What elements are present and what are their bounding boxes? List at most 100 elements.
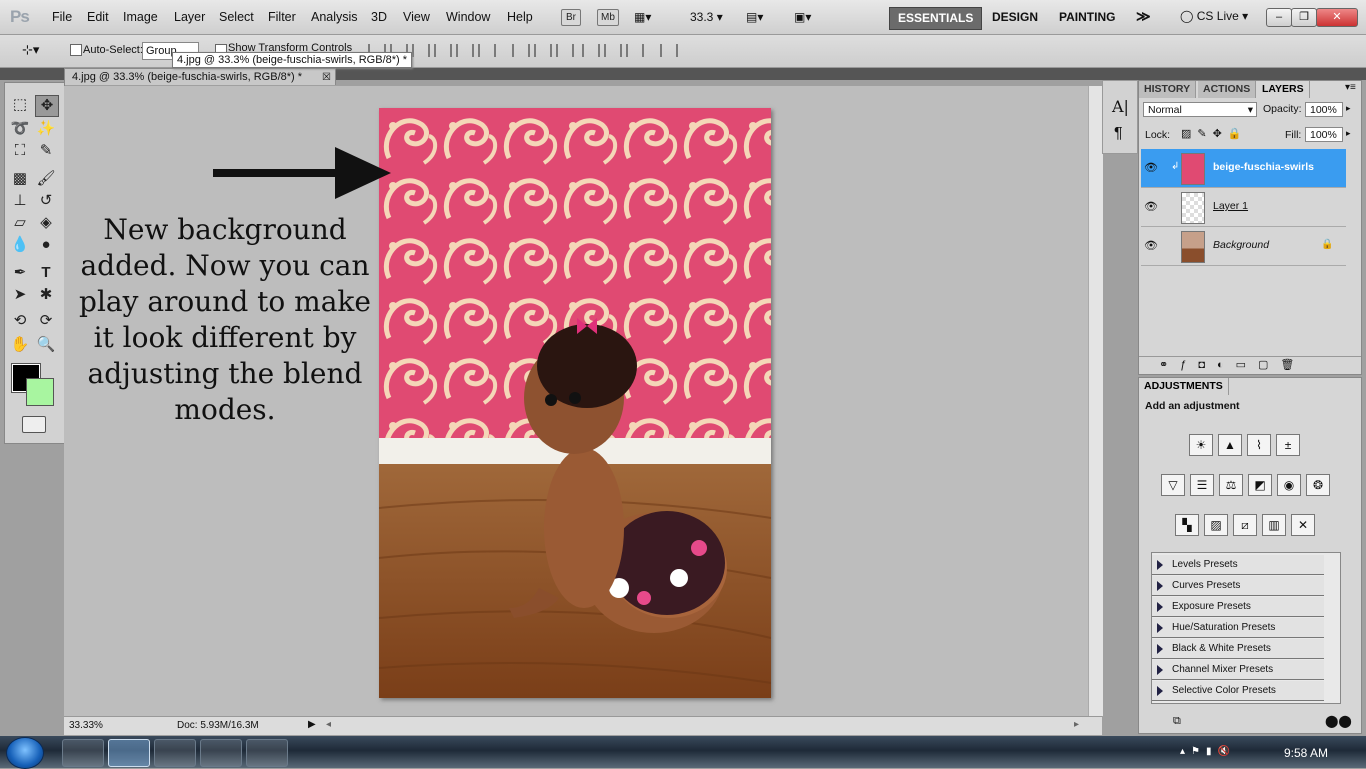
preset-channel-mixer[interactable]: Channel Mixer Presets <box>1152 660 1324 680</box>
distribute-hcenter-icon[interactable] <box>604 44 622 57</box>
levels-icon[interactable]: ▲ <box>1218 434 1242 456</box>
close-button[interactable]: ✕ <box>1316 8 1358 27</box>
workspace-painting[interactable]: PAINTING <box>1051 7 1123 28</box>
layer-visibility-icon[interactable]: 👁 <box>1144 200 1158 213</box>
taskbar-illustrator-icon[interactable] <box>200 739 242 767</box>
crop-tool-icon[interactable]: ⛶ <box>9 141 31 161</box>
move-tool-preset-icon[interactable]: ⊹▾ <box>22 42 39 58</box>
preset-exposure[interactable]: Exposure Presets <box>1152 597 1324 617</box>
menu-window[interactable]: Window <box>446 10 490 24</box>
align-right-icon[interactable] <box>478 44 496 57</box>
selective-color-icon[interactable]: ✕ <box>1291 514 1315 536</box>
screen-mode-icon[interactable]: ▣▾ <box>794 10 811 24</box>
blend-mode-select[interactable]: Normal ▾ <box>1143 102 1257 117</box>
start-button[interactable] <box>6 737 44 769</box>
photo-filter-icon[interactable]: ◉ <box>1277 474 1301 496</box>
channel-mixer-icon[interactable]: ❂ <box>1306 474 1330 496</box>
menu-layer[interactable]: Layer <box>174 10 205 24</box>
menu-select[interactable]: Select <box>219 10 254 24</box>
layer-row-beige-fuschia-swirls[interactable]: 👁 ↲ beige-fuschia-swirls <box>1141 149 1346 188</box>
status-zoom[interactable]: 33.33% <box>69 720 103 731</box>
system-tray-icons[interactable]: ▴⚑▮🔇 <box>1180 746 1236 757</box>
background-color-swatch[interactable] <box>26 378 54 406</box>
exposure-icon[interactable]: ± <box>1276 434 1300 456</box>
zoom-tool-icon[interactable]: 🔍 <box>35 335 57 355</box>
status-menu-arrow-icon[interactable]: ▶ <box>308 719 316 730</box>
paint-bucket-tool-icon[interactable]: ◈ <box>35 213 57 233</box>
quick-mask-button[interactable] <box>22 416 46 433</box>
posterize-icon[interactable]: ▨ <box>1204 514 1228 536</box>
menu-filter[interactable]: Filter <box>268 10 296 24</box>
preset-levels[interactable]: Levels Presets <box>1152 555 1324 575</box>
menu-3d[interactable]: 3D <box>371 10 387 24</box>
preset-black-white[interactable]: Black & White Presets <box>1152 639 1324 659</box>
align-bottom-icon[interactable] <box>412 44 430 57</box>
history-brush-tool-icon[interactable]: ↺ <box>35 191 57 211</box>
tab-adjustments[interactable]: ADJUSTMENTS <box>1139 378 1229 395</box>
close-document-icon[interactable]: ☒ <box>322 69 331 86</box>
move-tool-icon[interactable]: ✥ <box>35 95 59 117</box>
taskbar-app-icon[interactable] <box>246 739 288 767</box>
fill-input[interactable]: 100% <box>1305 127 1343 142</box>
layer-visibility-icon[interactable]: 👁 <box>1144 161 1158 174</box>
magic-wand-tool-icon[interactable]: ✨ <box>35 119 57 139</box>
zoom-level-select[interactable]: 33.3 ▾ <box>690 10 723 24</box>
align-left-icon[interactable] <box>434 44 452 57</box>
character-panel-icon[interactable]: A| <box>1112 97 1129 116</box>
custom-shape-tool-icon[interactable]: ✱ <box>35 285 57 305</box>
brightness-contrast-icon[interactable]: ☀ <box>1189 434 1213 456</box>
menu-file[interactable]: File <box>52 10 72 24</box>
invert-icon[interactable]: ▚ <box>1175 514 1199 536</box>
workspace-essentials[interactable]: ESSENTIALS <box>889 7 983 30</box>
layer-visibility-icon[interactable]: 👁 <box>1144 239 1158 252</box>
opacity-slider-icon[interactable]: ▸ <box>1346 103 1351 114</box>
path-selection-tool-icon[interactable]: ➤ <box>9 285 31 305</box>
layers-footer-icons[interactable]: ⚭ƒ◘◐▭▢🗑 <box>1159 358 1306 371</box>
layer-row-layer-1[interactable]: 👁 Layer 1 <box>1141 188 1346 227</box>
restore-button[interactable]: ❐ <box>1291 8 1317 27</box>
marquee-tool-icon[interactable]: ⬚ <box>9 95 31 115</box>
layer-name[interactable]: Layer 1 <box>1213 200 1248 212</box>
3d-orbit-tool-icon[interactable]: ⟳ <box>35 311 57 331</box>
scroll-right-icon[interactable]: ▸ <box>1074 719 1079 730</box>
preset-hue-saturation[interactable]: Hue/Saturation Presets <box>1152 618 1324 638</box>
more-workspaces-icon[interactable]: ≫ <box>1136 8 1151 25</box>
lasso-tool-icon[interactable]: ➰ <box>9 119 31 139</box>
black-white-icon[interactable]: ◩ <box>1248 474 1272 496</box>
taskbar-clock[interactable]: 9:58 AM <box>1284 746 1328 760</box>
mini-bridge-button[interactable]: Mb <box>597 9 619 26</box>
document-image[interactable] <box>379 108 771 698</box>
menu-analysis[interactable]: Analysis <box>311 10 358 24</box>
clone-stamp-tool-icon[interactable]: ⊥ <box>9 191 31 211</box>
distribute-left-icon[interactable] <box>582 44 600 57</box>
view-extras-icon[interactable]: ▦▾ <box>634 10 651 24</box>
adjustments-footer-icon[interactable]: ⧉ <box>1173 715 1181 728</box>
document-tab[interactable]: 4.jpg @ 33.3% (beige-fuschia-swirls, RGB… <box>64 68 336 85</box>
distribute-right-icon[interactable] <box>626 44 644 57</box>
scroll-left-icon[interactable]: ◂ <box>326 719 331 730</box>
healing-brush-tool-icon[interactable]: ▩ <box>9 169 31 189</box>
blur-tool-icon[interactable]: 💧 <box>9 235 31 255</box>
preset-selective-color[interactable]: Selective Color Presets <box>1152 681 1324 701</box>
canvas-vertical-scrollbar[interactable] <box>1088 86 1103 716</box>
eyedropper-tool-icon[interactable]: ✎ <box>35 141 57 161</box>
lock-options-icon[interactable]: ▨✎✥🔒 <box>1181 127 1248 140</box>
align-hcenter-icon[interactable] <box>456 44 474 57</box>
menu-edit[interactable]: Edit <box>87 10 109 24</box>
arrange-documents-icon[interactable]: ▤▾ <box>746 10 763 24</box>
cs-live-menu[interactable]: ◯ CS Live ▾ <box>1180 9 1248 23</box>
pen-tool-icon[interactable]: ✒ <box>9 263 31 283</box>
hand-tool-icon[interactable]: ✋ <box>9 335 31 355</box>
distribute-top-icon[interactable] <box>512 44 530 57</box>
adjustments-toggle-icon[interactable]: ⬤⬤ <box>1325 714 1352 728</box>
preset-curves[interactable]: Curves Presets <box>1152 576 1324 596</box>
auto-select-checkbox[interactable] <box>70 44 82 56</box>
tab-layers[interactable]: LAYERS <box>1257 81 1310 98</box>
taskbar-explorer-icon[interactable] <box>154 739 196 767</box>
color-balance-icon[interactable]: ⚖ <box>1219 474 1243 496</box>
auto-align-icon[interactable] <box>660 44 678 57</box>
layer-name[interactable]: beige-fuschia-swirls <box>1213 161 1314 173</box>
menu-help[interactable]: Help <box>507 10 533 24</box>
paragraph-panel-icon[interactable]: ¶ <box>1114 125 1123 143</box>
layer-name[interactable]: Background <box>1213 239 1269 251</box>
